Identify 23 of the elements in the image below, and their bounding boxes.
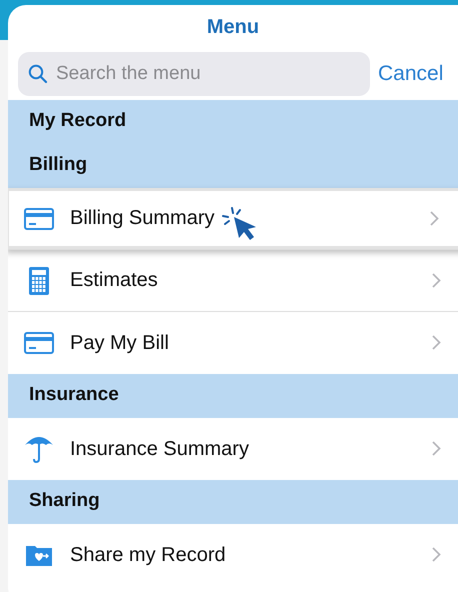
cancel-button[interactable]: Cancel: [376, 58, 446, 90]
section-header: Billing: [8, 144, 458, 188]
menu-title: Menu: [206, 15, 260, 40]
chevron-right-icon: [432, 441, 441, 456]
chevron-right-icon: [430, 211, 439, 226]
chevron-right-icon: [432, 547, 441, 562]
menu-item-label: Share my Record: [70, 544, 226, 566]
credit-card-icon: [24, 332, 54, 354]
menu-item-label: Billing Summary: [70, 207, 214, 230]
calculator-icon: [29, 266, 49, 294]
menu-item-label: Insurance Summary: [70, 438, 249, 460]
search-field[interactable]: Search the menu: [18, 52, 370, 96]
credit-card-icon: [24, 208, 54, 230]
section-header: Insurance: [8, 374, 458, 418]
umbrella-icon: [24, 435, 54, 463]
chevron-right-icon: [432, 273, 441, 288]
section-header: My Record: [8, 100, 458, 144]
menu-item-label: Pay My Bill: [70, 332, 169, 354]
menu-item-label: Estimates: [70, 269, 158, 292]
menu-item[interactable]: Billing Summary: [8, 188, 458, 250]
chevron-right-icon: [432, 335, 441, 350]
shared-folder-icon: [26, 544, 52, 566]
section-header: Sharing: [8, 480, 458, 524]
